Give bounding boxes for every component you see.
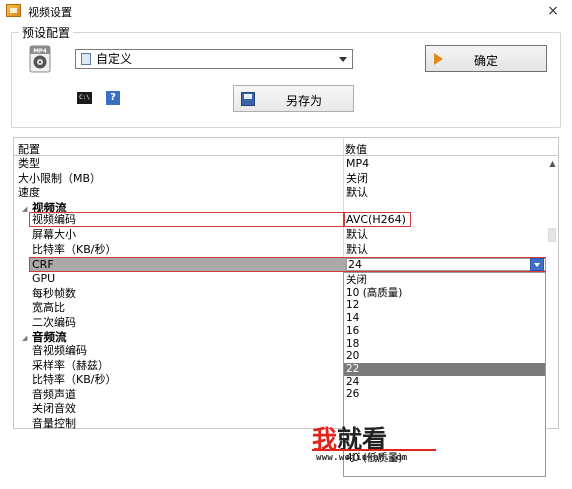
collapse-triangle-icon[interactable]: ◢ <box>22 334 27 342</box>
scroll-up-arrow-icon[interactable]: ▲ <box>547 158 558 169</box>
dropdown-option[interactable]: 12 <box>344 299 545 312</box>
dropdown-option[interactable]: 18 <box>344 338 545 351</box>
row-name: 音视频编码 <box>32 344 87 357</box>
column-header-value: 数值 <box>345 143 367 156</box>
dropdown-option[interactable]: 16 <box>344 325 545 338</box>
grid-row[interactable]: 宽高比 <box>14 301 344 316</box>
watermark-url: www.wojiukan.com <box>316 453 408 463</box>
mp4-format-icon: MP4 <box>29 45 51 73</box>
grid-row[interactable]: 屏幕大小 <box>14 228 344 243</box>
row-name: 屏幕大小 <box>32 228 76 241</box>
grid-row[interactable]: 音频声道 <box>14 388 344 403</box>
grid-row[interactable]: 视频编码 <box>14 213 344 228</box>
svg-text:MP4: MP4 <box>33 49 47 55</box>
dropdown-option[interactable]: 关闭 <box>344 274 545 287</box>
grid-row[interactable]: 比特率（KB/秒） <box>14 243 344 258</box>
row-name: 关闭音效 <box>32 402 76 415</box>
row-name: 类型 <box>18 157 40 170</box>
dropdown-option-selected[interactable]: 22 <box>344 362 545 376</box>
row-name: 采样率（赫兹） <box>32 358 109 372</box>
row-value[interactable]: 关闭 <box>346 172 368 186</box>
grid-row[interactable]: 类型 <box>14 157 344 172</box>
scrollbar-thumb[interactable] <box>548 228 556 242</box>
row-name: 视频编码 <box>32 213 76 226</box>
grid-row[interactable]: GPU <box>14 272 344 287</box>
crf-row-name: CRF <box>32 258 54 271</box>
row-value[interactable]: 默认 <box>346 186 368 200</box>
row-value[interactable]: MP4 <box>346 157 369 171</box>
watermark: 我就看 www.wojiukan.com <box>312 420 452 470</box>
grid-row[interactable]: 速度 <box>14 186 344 201</box>
grid-row[interactable]: 二次编码 <box>14 316 344 331</box>
row-name: 宽高比 <box>32 301 65 314</box>
grid-row[interactable]: 采样率（赫兹） <box>14 359 344 374</box>
preset-selected-value: 自定义 <box>96 52 133 66</box>
app-icon <box>6 4 21 17</box>
row-name: 比特率（KB/秒） <box>32 242 117 256</box>
document-icon <box>81 53 91 65</box>
ok-button-label: 确定 <box>473 54 498 68</box>
save-as-button[interactable]: 另存为 <box>233 85 354 112</box>
chevron-down-icon <box>339 57 347 62</box>
ok-button[interactable]: 确定 <box>425 45 547 72</box>
category-name: 音频流 <box>32 329 67 344</box>
row-name: 大小限制（MB） <box>18 171 102 185</box>
grid-row[interactable]: 大小限制（MB） <box>14 172 344 187</box>
watermark-underline <box>312 449 436 451</box>
dropdown-option[interactable] <box>344 401 545 414</box>
row-name: GPU <box>32 272 56 285</box>
row-value[interactable]: 默认 <box>346 243 368 257</box>
row-name: 速度 <box>18 186 40 199</box>
grid-row[interactable]: 音量控制 <box>14 417 344 432</box>
row-name: 比特率（KB/秒） <box>32 373 117 386</box>
dropdown-option[interactable]: 10 (高质量) <box>344 287 545 300</box>
column-header-config: 配置 <box>18 143 40 156</box>
preset-dropdown[interactable]: 自定义 <box>75 49 353 69</box>
crf-dropdown-arrow-icon[interactable] <box>530 258 544 271</box>
category-row-audio[interactable]: ◢ 音频流 <box>14 330 344 345</box>
save-as-label: 另存为 <box>286 94 323 108</box>
crf-value-combobox[interactable]: 24 <box>346 258 546 271</box>
grid-row[interactable]: 关闭音效 <box>14 402 344 417</box>
dropdown-option[interactable]: 20 <box>344 350 545 363</box>
dropdown-option[interactable]: 14 <box>344 312 545 325</box>
close-button[interactable]: × <box>544 2 562 20</box>
grid-row[interactable]: 音视频编码 <box>14 344 344 359</box>
collapse-triangle-icon[interactable]: ◢ <box>22 205 27 213</box>
grid-header: 配置 数值 <box>14 138 558 156</box>
row-value[interactable]: AVC(H264) <box>346 213 406 227</box>
preset-group-label: 预设配置 <box>19 24 74 41</box>
grid-row[interactable]: 每秒帧数 <box>14 287 344 302</box>
vertical-scrollbar[interactable] <box>548 170 557 270</box>
help-icon[interactable]: ? <box>106 91 120 105</box>
window-title: 视频设置 <box>28 6 72 19</box>
row-name: 音量控制 <box>32 416 76 430</box>
row-value[interactable]: 默认 <box>346 228 368 242</box>
row-name: 二次编码 <box>32 315 76 329</box>
dropdown-option[interactable]: 24 <box>344 376 545 389</box>
title-bar: 视频设置 × <box>0 0 572 24</box>
row-name: 每秒帧数 <box>32 286 76 300</box>
command-line-icon[interactable]: C:\ <box>77 92 92 104</box>
row-name: 音频声道 <box>32 387 76 401</box>
floppy-disk-icon <box>241 92 255 106</box>
grid-row[interactable]: 比特率（KB/秒） <box>14 373 344 388</box>
dropdown-option[interactable]: 26 <box>344 388 545 401</box>
